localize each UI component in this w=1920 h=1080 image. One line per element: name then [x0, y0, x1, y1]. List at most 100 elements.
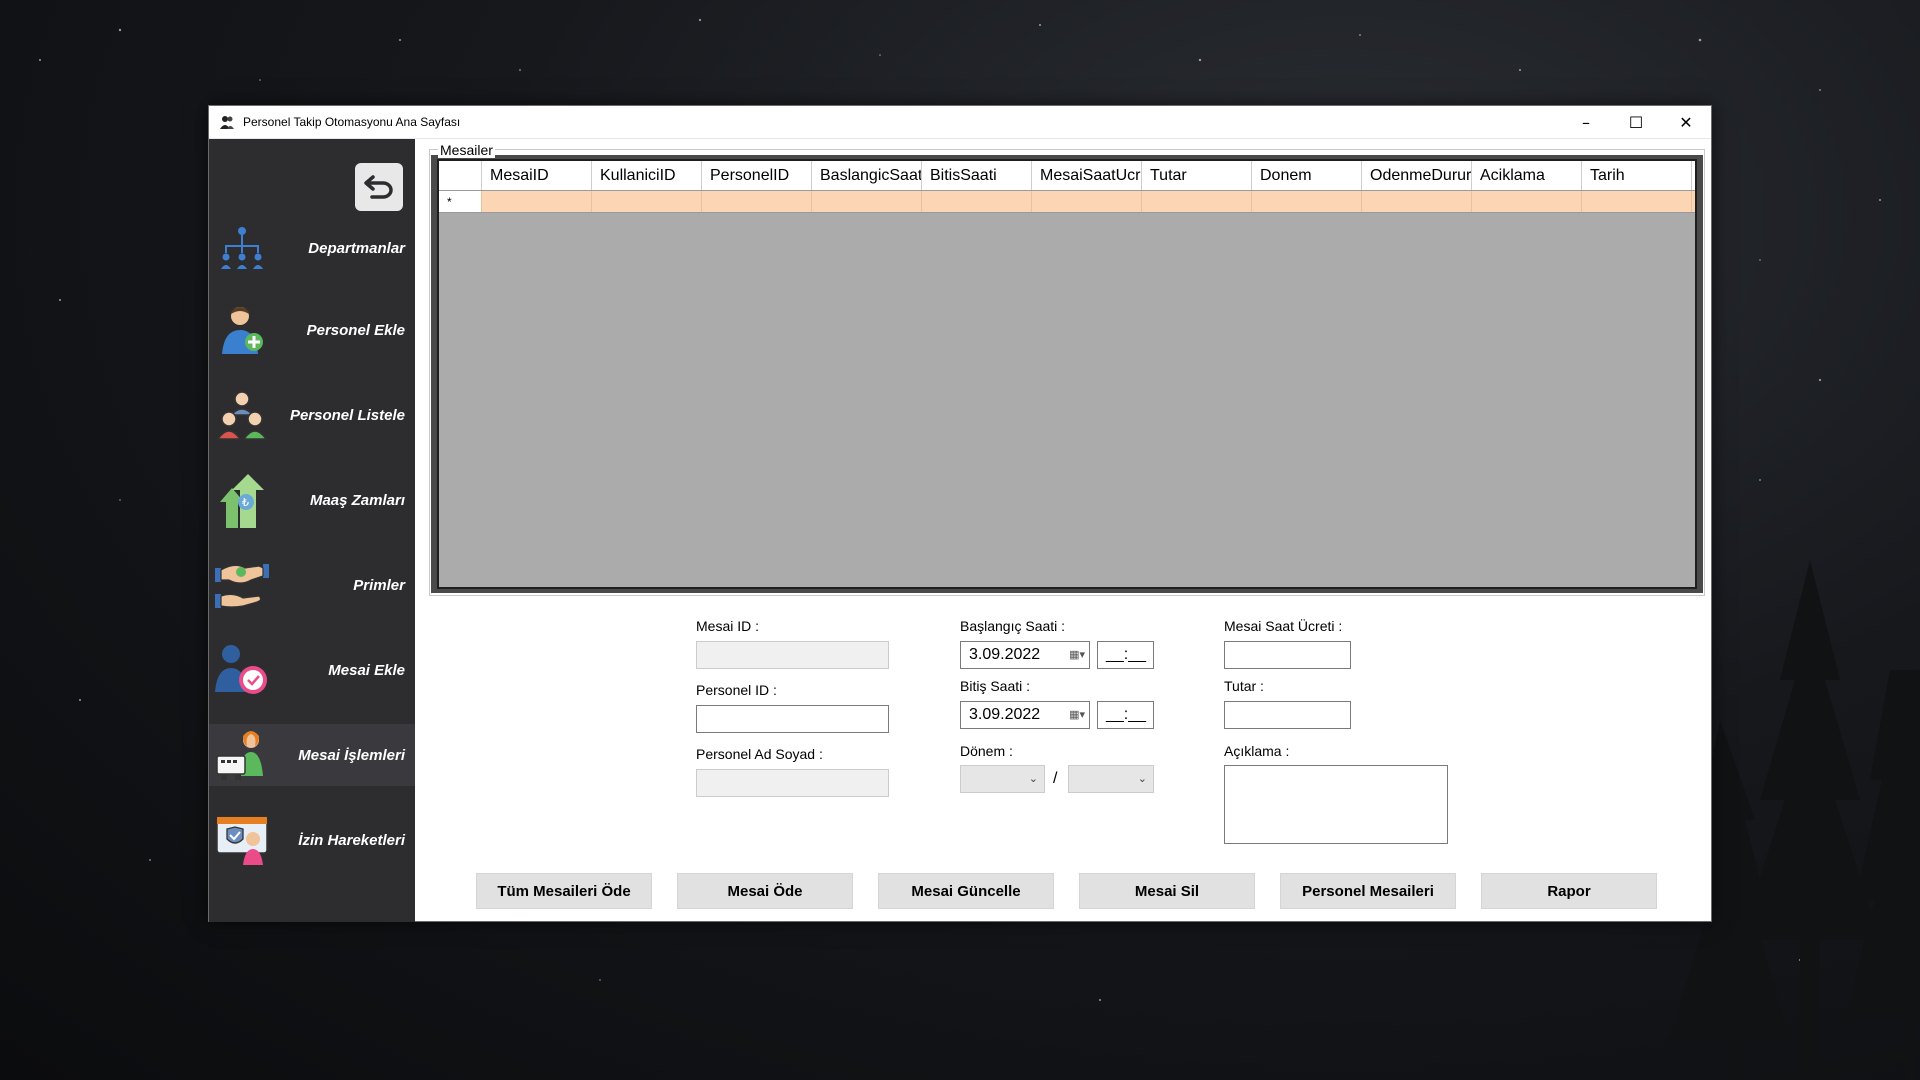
overtime-operations-icon — [215, 728, 269, 782]
sidebar-item-label: Primler — [353, 576, 405, 594]
undo-arrow-icon — [364, 175, 393, 199]
sidebar-item-label: Personel Listele — [289, 406, 405, 424]
bitis-saati-label: Bitiş Saati : — [960, 678, 1031, 694]
mesai-guncelle-button[interactable]: Mesai Güncelle — [878, 873, 1054, 909]
chevron-down-icon: ⌄ — [1028, 772, 1038, 785]
calendar-dropdown-icon: ▦▾ — [1069, 709, 1085, 721]
window-title: Personel Takip Otomasyonu Ana Sayfası — [243, 115, 461, 129]
baslangic-date-picker[interactable]: 3.09.2022 ▦▾ — [960, 641, 1090, 669]
table-cell[interactable] — [482, 191, 592, 212]
sidebar-item-primler[interactable]: Primler — [209, 554, 415, 616]
mesailer-groupbox: MesaiID KullaniciID PersonelID Baslangic… — [429, 142, 1705, 596]
mesai-id-field[interactable] — [696, 641, 889, 669]
tum-mesaileri-ode-button[interactable]: Tüm Mesaileri Öde — [476, 873, 652, 909]
minimize-button[interactable]: – — [1561, 106, 1611, 138]
title-bar: Personel Takip Otomasyonu Ana Sayfası – … — [209, 106, 1711, 139]
calendar-dropdown-icon: ▦▾ — [1069, 649, 1085, 661]
back-button[interactable] — [355, 163, 403, 211]
personel-id-label: Personel ID : — [696, 682, 777, 698]
table-cell[interactable] — [1582, 191, 1692, 212]
table-cell[interactable] — [1252, 191, 1362, 212]
column-header[interactable]: KullaniciID — [592, 161, 702, 190]
donem-month-select[interactable]: ⌄ — [960, 765, 1045, 793]
baslangic-time-field[interactable]: __:__ — [1097, 641, 1154, 669]
mesai-id-label: Mesai ID : — [696, 618, 760, 634]
maximize-button[interactable]: ☐ — [1611, 106, 1661, 138]
groupbox-title: Mesailer — [438, 142, 495, 158]
baslangic-date-value: 3.09.2022 — [969, 646, 1041, 663]
app-icon — [217, 112, 237, 132]
personel-id-field[interactable] — [696, 705, 889, 733]
table-cell[interactable] — [592, 191, 702, 212]
sidebar-item-personel-listele[interactable]: Personel Listele — [209, 384, 415, 446]
sidebar-item-label: İzin Hareketleri — [298, 831, 405, 849]
bitis-date-value: 3.09.2022 — [969, 706, 1041, 723]
sidebar-item-label: Departmanlar — [308, 239, 405, 257]
column-header[interactable]: Donem — [1252, 161, 1362, 190]
tutar-field[interactable] — [1224, 701, 1351, 729]
sidebar-item-mesai-ekle[interactable]: Mesai Ekle — [209, 639, 415, 701]
bonus-handshake-icon — [215, 558, 269, 612]
column-header[interactable]: BitisSaati — [922, 161, 1032, 190]
aciklama-field[interactable] — [1224, 765, 1448, 844]
new-row-marker: * — [439, 191, 482, 212]
mesai-ode-button[interactable]: Mesai Öde — [677, 873, 853, 909]
table-cell[interactable] — [1032, 191, 1142, 212]
donem-label: Dönem : — [960, 743, 1013, 759]
minimize-icon: – — [1582, 112, 1590, 132]
bitis-time-field[interactable]: __:__ — [1097, 701, 1154, 729]
table-cell[interactable] — [1472, 191, 1582, 212]
app-window: Personel Takip Otomasyonu Ana Sayfası – … — [208, 105, 1712, 922]
table-cell[interactable] — [702, 191, 812, 212]
add-overtime-icon — [215, 643, 269, 697]
baslangic-time-value: __:__ — [1106, 646, 1147, 663]
sidebar-item-label: Mesai Ekle — [328, 661, 405, 679]
column-header[interactable]: BaslangicSaat — [812, 161, 922, 190]
column-header[interactable]: Tarih — [1582, 161, 1692, 190]
sidebar-item-departmanlar[interactable]: Departmanlar — [209, 217, 415, 279]
table-cell[interactable] — [922, 191, 1032, 212]
tutar-label: Tutar : — [1224, 678, 1264, 694]
mesai-sil-button[interactable]: Mesai Sil — [1079, 873, 1255, 909]
column-header[interactable]: OdenmeDurur — [1362, 161, 1472, 190]
salary-raise-icon: ₺ — [215, 473, 269, 528]
mesai-saat-ucreti-label: Mesai Saat Ücreti : — [1224, 618, 1343, 634]
bitis-time-value: __:__ — [1106, 706, 1147, 723]
rapor-button[interactable]: Rapor — [1481, 873, 1657, 909]
sidebar-item-personel-ekle[interactable]: Personel Ekle — [209, 299, 415, 361]
table-row[interactable]: * — [439, 191, 1695, 213]
donem-separator: / — [1053, 770, 1058, 787]
bitis-date-picker[interactable]: 3.09.2022 ▦▾ — [960, 701, 1090, 729]
chevron-down-icon: ⌄ — [1137, 772, 1147, 785]
sidebar-item-label: Maaş Zamları — [309, 491, 405, 509]
sidebar-item-maas-zamlari[interactable]: ₺ Maaş Zamları — [209, 469, 415, 531]
table-cell[interactable] — [1362, 191, 1472, 212]
baslangic-saati-label: Başlangıç Saati : — [960, 618, 1066, 634]
personel-ad-soyad-field[interactable] — [696, 769, 889, 797]
leave-movements-icon — [215, 813, 269, 867]
personel-ad-soyad-label: Personel Ad Soyad : — [696, 746, 823, 762]
sidebar-item-izin-hareketleri[interactable]: İzin Hareketleri — [209, 809, 415, 871]
row-header-corner — [439, 161, 482, 190]
column-header[interactable]: Aciklama — [1472, 161, 1582, 190]
mesailer-grid[interactable]: MesaiID KullaniciID PersonelID Baslangic… — [437, 159, 1697, 589]
table-cell[interactable] — [812, 191, 922, 212]
org-chart-icon — [215, 221, 269, 275]
close-button[interactable]: ✕ — [1661, 106, 1711, 138]
donem-year-select[interactable]: ⌄ — [1068, 765, 1154, 793]
column-header[interactable]: Tutar — [1142, 161, 1252, 190]
column-header[interactable]: MesaiID — [482, 161, 592, 190]
column-header[interactable]: MesaiSaatUcr — [1032, 161, 1142, 190]
mesai-saat-ucreti-field[interactable] — [1224, 641, 1351, 669]
sidebar-item-mesai-islemleri[interactable]: Mesai İşlemleri — [209, 724, 415, 786]
sidebar-item-label: Mesai İşlemleri — [298, 746, 405, 764]
sidebar-item-label: Personel Ekle — [306, 321, 405, 339]
close-icon: ✕ — [1679, 112, 1693, 132]
add-person-icon — [215, 303, 269, 357]
column-header[interactable]: PersonelID — [702, 161, 812, 190]
personel-mesaileri-button[interactable]: Personel Mesaileri — [1280, 873, 1456, 909]
grid-header-row: MesaiID KullaniciID PersonelID Baslangic… — [439, 161, 1695, 191]
aciklama-label: Açıklama : — [1224, 743, 1290, 759]
grid-frame: MesaiID KullaniciID PersonelID Baslangic… — [431, 155, 1703, 593]
table-cell[interactable] — [1142, 191, 1252, 212]
